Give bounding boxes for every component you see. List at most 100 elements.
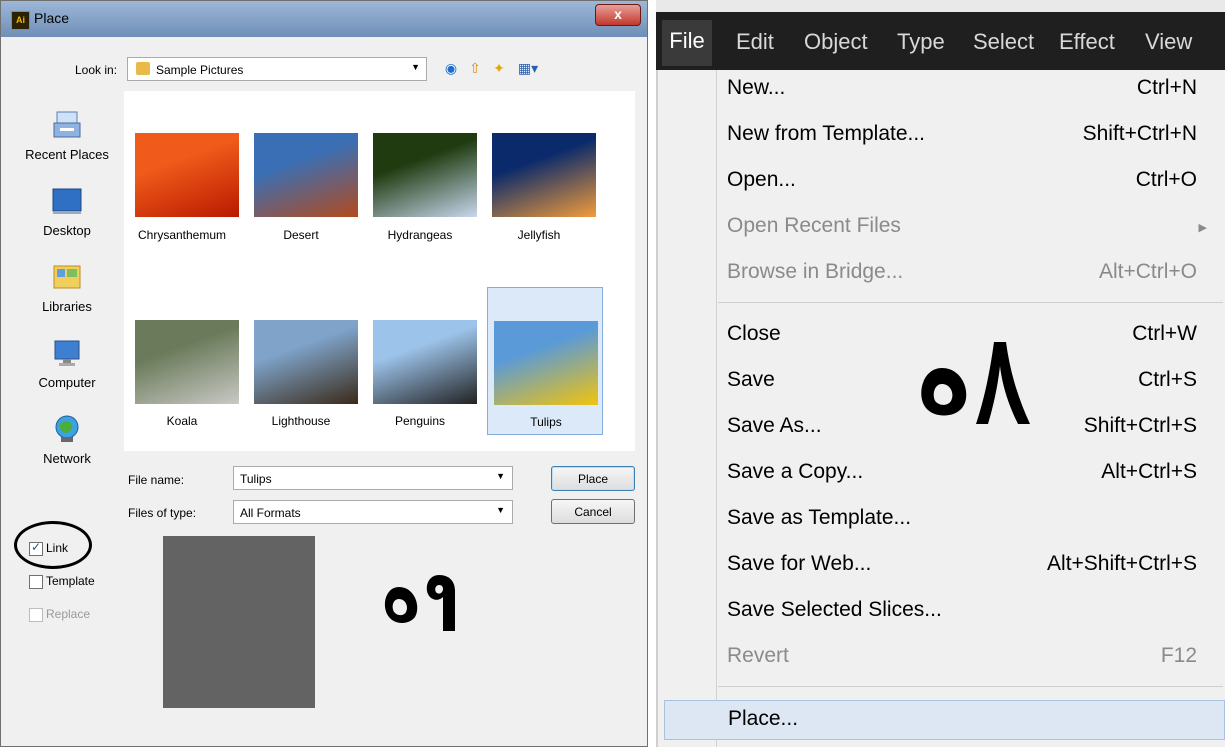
place-network[interactable]: Network xyxy=(11,405,123,475)
chevron-down-icon: ▼ xyxy=(411,62,420,72)
menu-item-shortcut: Alt+Ctrl+O xyxy=(1098,260,1197,283)
menu-item-revert: Revert F12 xyxy=(716,638,1225,678)
place-label: Desktop xyxy=(43,223,91,238)
place-recent-places[interactable]: Recent Places xyxy=(11,101,123,171)
menu-separator xyxy=(718,302,1223,303)
menu-item-shortcut: Shift+Ctrl+S xyxy=(1083,414,1197,437)
menu-item-new[interactable]: New... Ctrl+N xyxy=(716,70,1225,110)
menu-item-shortcut: F12 xyxy=(1160,644,1197,667)
file-thumbnail xyxy=(373,133,477,217)
template-checkbox[interactable]: Template xyxy=(29,574,95,589)
menu-strip: File Edit Object Type Select Effect View xyxy=(656,12,1225,70)
dialog-title: Place xyxy=(34,10,70,26)
file-name-label: Koala xyxy=(166,414,198,428)
file-item-hydrangeas[interactable]: Hydrangeas xyxy=(362,91,478,242)
menu-item-shortcut: Alt+Ctrl+S xyxy=(1101,460,1197,483)
menu-item-shortcut: Ctrl+S xyxy=(1138,368,1197,391)
menu-item-new-from-template[interactable]: New from Template... Shift+Ctrl+N xyxy=(716,116,1225,156)
menu-item-shortcut: Ctrl+O xyxy=(1135,168,1197,191)
menu-select[interactable]: Select xyxy=(973,29,1034,55)
up-folder-icon[interactable]: ⇧ xyxy=(465,58,485,78)
place-desktop[interactable]: Desktop xyxy=(11,177,123,247)
file-menu: New... Ctrl+N New from Template... Shift… xyxy=(656,70,1225,747)
menu-separator xyxy=(718,686,1223,687)
look-in-dropdown[interactable]: Sample Pictures ▼ xyxy=(127,57,427,81)
file-name-label: Lighthouse xyxy=(271,414,331,428)
file-name-value: Tulips xyxy=(240,472,272,486)
menu-item-label: Open... xyxy=(727,168,796,191)
files-of-type-value: All Formats xyxy=(240,506,301,520)
cancel-button[interactable]: Cancel xyxy=(551,499,635,524)
menu-item-save-a-copy[interactable]: Save a Copy... Alt+Ctrl+S xyxy=(716,454,1225,494)
menu-item-label: Browse in Bridge... xyxy=(727,260,904,283)
menu-item-open-recent-files: Open Recent Files ▶ xyxy=(716,208,1225,248)
places-bar: Recent Places Desktop Libraries Computer… xyxy=(11,91,123,471)
place-label: Libraries xyxy=(42,299,92,314)
place-libraries[interactable]: Libraries xyxy=(11,253,123,323)
menu-item-save-selected-slices[interactable]: Save Selected Slices... xyxy=(716,592,1225,632)
annotation-number-59 xyxy=(379,571,461,637)
close-button[interactable]: x xyxy=(595,4,641,26)
look-in-value: Sample Pictures xyxy=(156,63,244,77)
menu-item-label: Save for Web... xyxy=(727,552,872,575)
file-thumbnail xyxy=(373,320,477,404)
view-menu-icon[interactable]: ▦▾ xyxy=(513,58,543,78)
menu-item-label: Save Selected Slices... xyxy=(727,598,942,621)
network-icon xyxy=(55,415,79,442)
chevron-down-icon[interactable]: ▼ xyxy=(496,505,505,515)
chevron-down-icon[interactable]: ▼ xyxy=(496,471,505,481)
file-item-chrysanthemum[interactable]: Chrysanthemum xyxy=(124,91,240,242)
place-dialog: Ai Place x Look in: Sample Pictures ▼ ◉ … xyxy=(0,0,648,747)
annotation-58-glyphs xyxy=(921,342,1030,424)
place-computer[interactable]: Computer xyxy=(11,329,123,399)
menu-item-place[interactable]: Place... xyxy=(664,700,1225,740)
file-thumbnail xyxy=(254,133,358,217)
new-folder-icon[interactable]: ✦ xyxy=(489,58,509,78)
menu-object[interactable]: Object xyxy=(804,29,868,55)
checkbox-checked-icon xyxy=(29,540,43,556)
folder-icon xyxy=(136,62,150,75)
menu-item-browse-in-bridge: Browse in Bridge... Alt+Ctrl+O xyxy=(716,254,1225,294)
file-name-label: Penguins xyxy=(394,414,446,428)
menu-item-label: Open Recent Files xyxy=(727,214,901,237)
file-item-lighthouse[interactable]: Lighthouse xyxy=(243,287,359,435)
menu-item-save-for-web[interactable]: Save for Web... Alt+Shift+Ctrl+S xyxy=(716,546,1225,586)
file-name-label: Jellyfish xyxy=(517,228,561,242)
menu-type[interactable]: Type xyxy=(897,29,945,55)
menu-item-open[interactable]: Open... Ctrl+O xyxy=(716,162,1225,202)
place-button[interactable]: Place xyxy=(551,466,635,491)
submenu-arrow-icon: ▶ xyxy=(1198,222,1207,234)
file-item-desert[interactable]: Desert xyxy=(243,91,359,242)
menu-item-save-as-template[interactable]: Save as Template... xyxy=(716,500,1225,540)
menu-effect[interactable]: Effect xyxy=(1059,29,1115,55)
menu-item-shortcut: Shift+Ctrl+N xyxy=(1082,122,1197,145)
file-list: Chrysanthemum Desert Hydrangeas Jellyfis… xyxy=(124,91,635,451)
file-name-label: Hydrangeas xyxy=(387,228,453,242)
menu-file[interactable]: File xyxy=(662,20,712,66)
file-name-label: Tulips xyxy=(530,415,562,429)
file-item-penguins[interactable]: Penguins xyxy=(362,287,478,435)
desktop-icon xyxy=(52,188,82,214)
menu-item-label: New from Template... xyxy=(727,122,926,145)
libraries-icon xyxy=(53,265,81,289)
image-preview xyxy=(163,536,315,708)
menu-view[interactable]: View xyxy=(1145,29,1192,55)
back-icon[interactable]: ◉ xyxy=(441,58,461,78)
files-of-type-dropdown[interactable]: All Formats ▼ xyxy=(233,500,513,524)
file-name-label: File name: xyxy=(128,473,185,487)
menu-item-label: New... xyxy=(727,76,786,99)
menu-item-label: Close xyxy=(727,322,781,345)
file-name-label: Chrysanthemum xyxy=(137,228,227,242)
place-label: Computer xyxy=(38,375,96,390)
file-thumbnail xyxy=(135,320,239,404)
recent-places-icon xyxy=(53,111,81,138)
link-checkbox[interactable]: Link xyxy=(29,540,68,556)
menu-edit[interactable]: Edit xyxy=(736,29,774,55)
place-label: Recent Places xyxy=(25,147,109,162)
file-item-tulips[interactable]: Tulips xyxy=(487,287,603,435)
file-item-koala[interactable]: Koala xyxy=(124,287,240,435)
file-thumbnail xyxy=(254,320,358,404)
file-item-jellyfish[interactable]: Jellyfish xyxy=(481,91,597,242)
file-name-input[interactable]: Tulips ▼ xyxy=(233,466,513,490)
menu-item-label: Save a Copy... xyxy=(727,460,864,483)
